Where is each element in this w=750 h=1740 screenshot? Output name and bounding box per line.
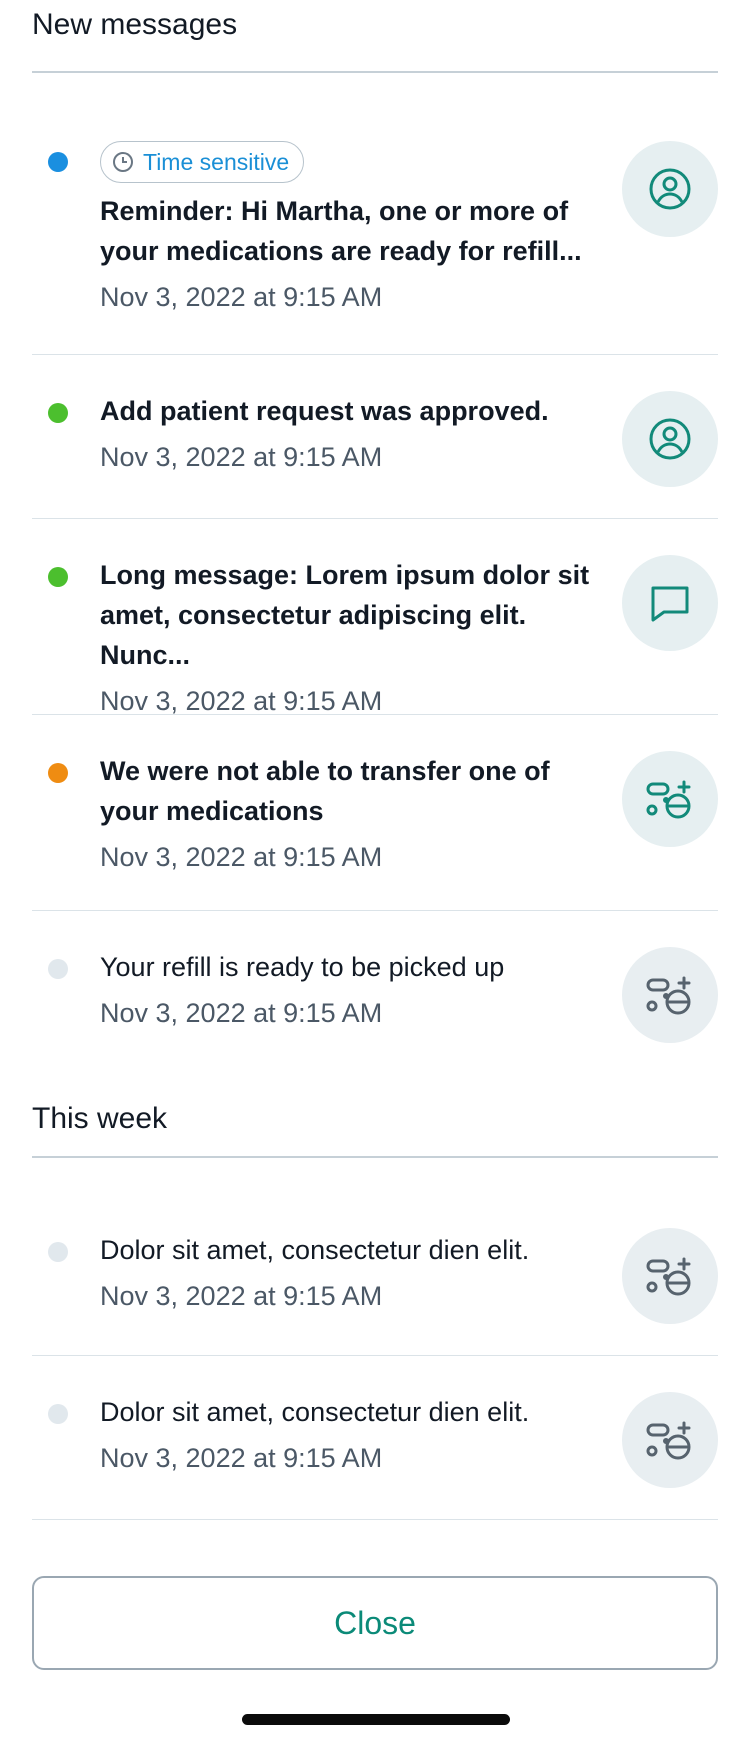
message-text: Add patient request was approved. <box>100 396 549 426</box>
list-item[interactable]: Long message: Lorem ipsum dolor sit amet… <box>32 519 718 716</box>
unread-dot <box>48 763 68 783</box>
message-date: Nov 3, 2022 at 9:15 AM <box>100 998 383 1028</box>
pills-icon <box>646 1421 691 1460</box>
message-date: Nov 3, 2022 at 9:15 AM <box>100 1443 383 1473</box>
message-text: We were not able to transfer one of your… <box>100 756 550 826</box>
home-indicator <box>242 1714 510 1725</box>
close-button[interactable]: Close <box>32 1576 718 1670</box>
message-text: Dolor sit amet, consectetur dien elit. <box>100 1397 530 1427</box>
unread-dot <box>48 567 68 587</box>
list-item[interactable]: Dolor sit amet, consectetur dien elit. N… <box>32 1158 718 1356</box>
user-circle-icon <box>649 168 691 210</box>
pharmacy-avatar <box>622 751 718 847</box>
pharmacy-avatar <box>622 947 718 1043</box>
notifications-panel: New messages Time sensitive Reminder: Hi… <box>32 0 718 1520</box>
message-text: Your refill is ready to be picked up <box>100 952 505 982</box>
message-date: Nov 3, 2022 at 9:15 AM <box>100 282 383 312</box>
time-sensitive-badge: Time sensitive <box>100 141 305 183</box>
clock-icon <box>113 152 133 172</box>
chat-bubble-icon <box>651 586 689 622</box>
section-title-text: This week <box>32 1101 168 1135</box>
unread-dot <box>48 152 68 172</box>
message-text: Long message: Lorem ipsum dolor sit amet… <box>100 560 590 670</box>
read-dot <box>48 1404 68 1424</box>
message-avatar <box>622 555 718 651</box>
list-item[interactable]: Time sensitive Reminder: Hi Martha, one … <box>32 73 718 355</box>
pills-icon <box>646 976 691 1015</box>
pills-icon <box>646 780 691 819</box>
message-date: Nov 3, 2022 at 9:15 AM <box>100 442 383 472</box>
user-avatar <box>622 141 718 237</box>
message-text: Dolor sit amet, consectetur dien elit. <box>100 1235 530 1265</box>
message-date: Nov 3, 2022 at 9:15 AM <box>100 1281 383 1311</box>
pharmacy-avatar <box>622 1228 718 1324</box>
section-title-new-messages: New messages <box>32 0 718 73</box>
list-item[interactable]: Your refill is ready to be picked up Nov… <box>32 911 718 1051</box>
read-dot <box>48 1242 68 1262</box>
user-avatar <box>622 391 718 487</box>
pills-icon <box>646 1257 691 1296</box>
close-button-label: Close <box>334 1604 416 1641</box>
section-title-text: New messages <box>32 7 238 41</box>
user-circle-icon <box>649 418 691 460</box>
read-dot <box>48 959 68 979</box>
list-item[interactable]: Add patient request was approved. Nov 3,… <box>32 355 718 519</box>
message-text: Reminder: Hi Martha, one or more of your… <box>100 196 582 266</box>
unread-dot <box>48 403 68 423</box>
message-date: Nov 3, 2022 at 9:15 AM <box>100 842 383 872</box>
time-sensitive-label: Time sensitive <box>143 148 290 175</box>
list-item[interactable]: Dolor sit amet, consectetur dien elit. N… <box>32 1356 718 1520</box>
section-title-this-week: This week <box>32 1051 718 1158</box>
list-item[interactable]: We were not able to transfer one of your… <box>32 715 718 911</box>
pharmacy-avatar <box>622 1392 718 1488</box>
